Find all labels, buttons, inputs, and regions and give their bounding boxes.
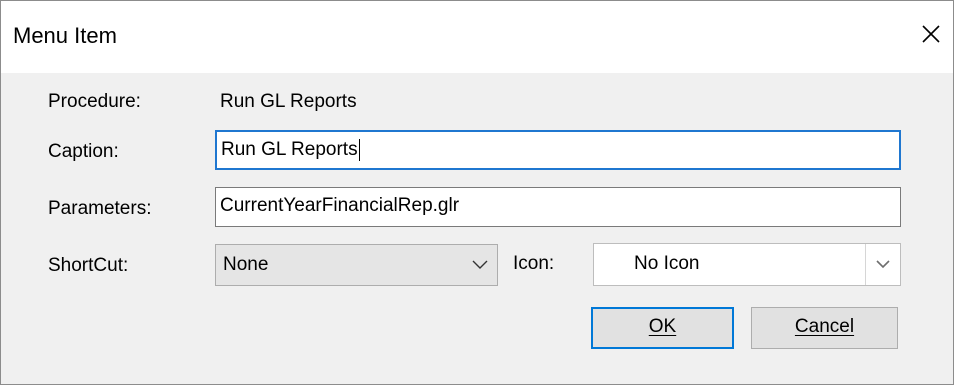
- title-bar: Menu Item: [1, 1, 953, 73]
- dialog-title: Menu Item: [13, 23, 117, 48]
- icon-dropdown[interactable]: No Icon: [593, 243, 901, 286]
- procedure-value: Run GL Reports: [220, 91, 357, 112]
- ok-button[interactable]: OK: [591, 307, 734, 349]
- icon-label: Icon:: [513, 253, 555, 274]
- caption-input[interactable]: Run GL Reports: [215, 130, 901, 170]
- cancel-button-label: Cancel: [794, 316, 855, 337]
- caption-label: Caption:: [48, 141, 119, 162]
- chevron-down-icon: [467, 245, 493, 285]
- parameters-label: Parameters:: [48, 198, 152, 219]
- close-icon: [922, 25, 940, 43]
- icon-selected-value: No Icon: [634, 253, 700, 274]
- parameters-input-text: CurrentYearFinancialRep.glr: [220, 195, 460, 216]
- caption-input-text: Run GL Reports: [221, 139, 358, 160]
- shortcut-label: ShortCut:: [48, 255, 129, 276]
- close-button[interactable]: [913, 15, 949, 55]
- shortcut-dropdown[interactable]: None: [215, 244, 498, 286]
- shortcut-selected-value: None: [223, 254, 269, 275]
- menu-item-dialog: Menu Item Procedure: Run GL Reports Capt…: [0, 0, 954, 385]
- cancel-button[interactable]: Cancel: [751, 307, 898, 349]
- procedure-label: Procedure:: [48, 91, 141, 112]
- parameters-input[interactable]: CurrentYearFinancialRep.glr: [215, 187, 901, 227]
- ok-button-label: OK: [648, 316, 677, 337]
- chevron-down-icon: [865, 244, 900, 285]
- text-caret: [358, 138, 360, 161]
